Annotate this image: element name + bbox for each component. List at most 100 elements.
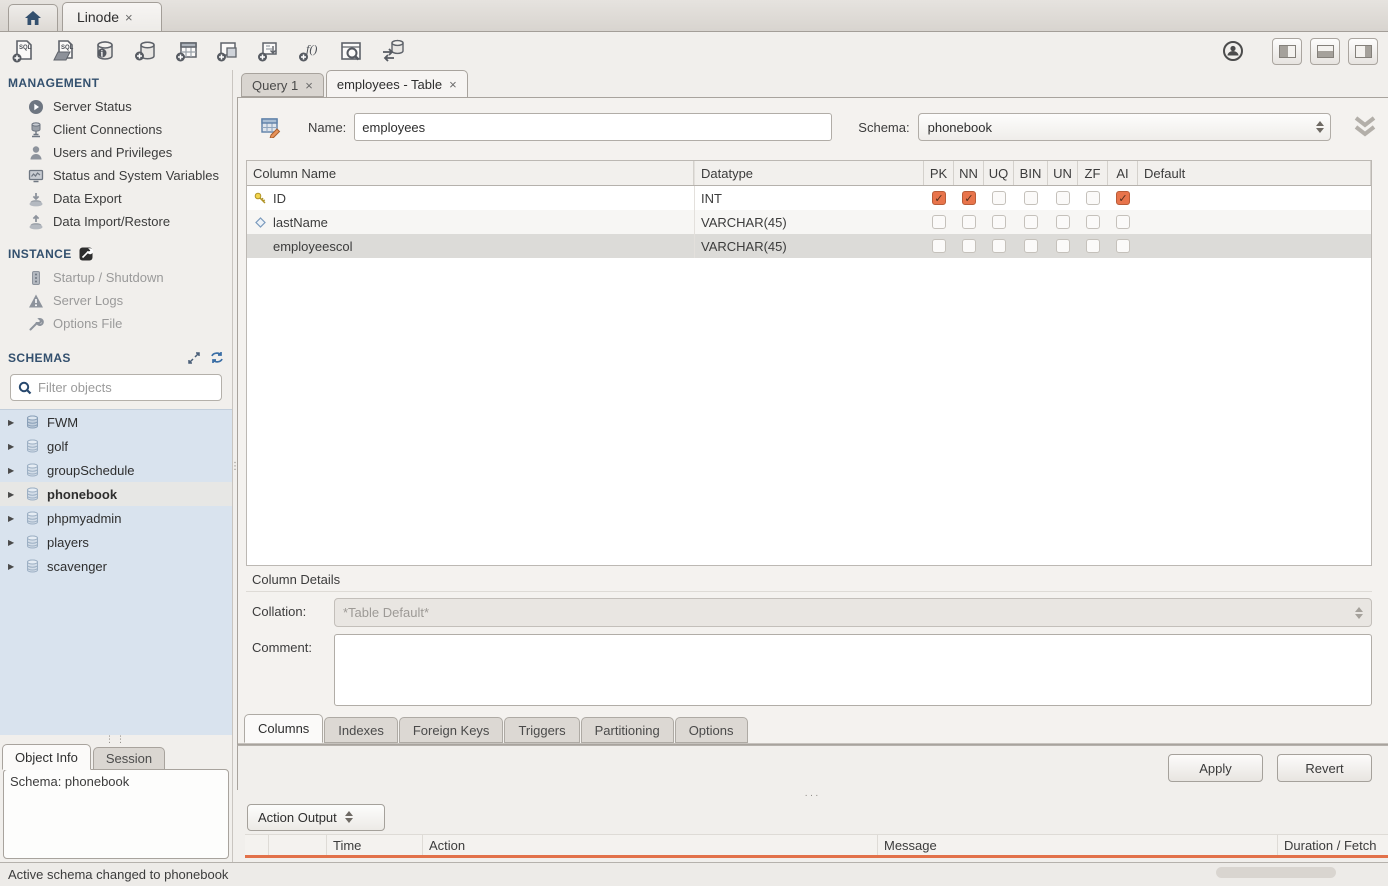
- nn-checkbox[interactable]: ✓: [962, 191, 976, 205]
- header-blank-1[interactable]: [245, 835, 269, 855]
- home-tab[interactable]: [8, 4, 58, 31]
- header-uq[interactable]: UQ: [984, 161, 1014, 185]
- header-blank-2[interactable]: [269, 835, 327, 855]
- ai-checkbox[interactable]: ✓: [1116, 239, 1130, 253]
- column-default[interactable]: [1138, 210, 1371, 234]
- ai-checkbox[interactable]: ✓: [1116, 191, 1130, 205]
- header-zf[interactable]: ZF: [1078, 161, 1108, 185]
- uq-checkbox[interactable]: ✓: [992, 239, 1006, 253]
- reconnect-database-icon[interactable]: [379, 38, 405, 64]
- header-message[interactable]: Message: [878, 835, 1278, 855]
- subtab-indexes[interactable]: Indexes: [324, 717, 398, 743]
- schema-item-phonebook[interactable]: ▶ phonebook: [0, 482, 232, 506]
- pk-checkbox[interactable]: ✓: [932, 191, 946, 205]
- expander-icon[interactable]: ▶: [8, 538, 18, 547]
- toggle-right-panel-icon[interactable]: [1348, 38, 1378, 65]
- uq-checkbox[interactable]: ✓: [992, 215, 1006, 229]
- bin-checkbox[interactable]: ✓: [1024, 191, 1038, 205]
- zf-checkbox[interactable]: ✓: [1086, 239, 1100, 253]
- create-view-icon[interactable]: [215, 38, 241, 64]
- column-row-id[interactable]: ID INT ✓ ✓ ✓ ✓ ✓ ✓ ✓: [247, 186, 1371, 210]
- revert-button[interactable]: Revert: [1277, 754, 1372, 782]
- sidebar-item-system-variables[interactable]: Status and System Variables: [0, 164, 232, 187]
- subtab-partitioning[interactable]: Partitioning: [581, 717, 674, 743]
- action-output-splitter[interactable]: ···: [237, 790, 1388, 800]
- tab-object-info[interactable]: Object Info: [2, 744, 91, 770]
- sidebar-item-data-export[interactable]: Data Export: [0, 187, 232, 210]
- output-selector[interactable]: Action Output: [247, 804, 385, 831]
- expander-icon[interactable]: ▶: [8, 418, 18, 427]
- bin-checkbox[interactable]: ✓: [1024, 239, 1038, 253]
- sidebar-item-client-connections[interactable]: Client Connections: [0, 118, 232, 141]
- collation-select[interactable]: *Table Default*: [334, 598, 1372, 627]
- column-default[interactable]: [1138, 234, 1371, 258]
- header-bin[interactable]: BIN: [1014, 161, 1048, 185]
- column-row-lastname[interactable]: lastName VARCHAR(45) ✓ ✓ ✓ ✓ ✓ ✓ ✓: [247, 210, 1371, 234]
- apply-button[interactable]: Apply: [1168, 754, 1263, 782]
- schema-item-fwm[interactable]: ▶ FWM: [0, 410, 232, 434]
- subtab-foreign-keys[interactable]: Foreign Keys: [399, 717, 504, 743]
- un-checkbox[interactable]: ✓: [1056, 239, 1070, 253]
- schema-item-groupschedule[interactable]: ▶ groupSchedule: [0, 458, 232, 482]
- header-duration-fetch[interactable]: Duration / Fetch: [1278, 835, 1388, 855]
- schema-select[interactable]: phonebook: [918, 113, 1331, 141]
- expander-icon[interactable]: ▶: [8, 442, 18, 451]
- ai-checkbox[interactable]: ✓: [1116, 215, 1130, 229]
- column-row-employeescol[interactable]: employeescol VARCHAR(45) ✓ ✓ ✓ ✓ ✓ ✓ ✓: [247, 234, 1371, 258]
- pk-checkbox[interactable]: ✓: [932, 239, 946, 253]
- comment-textarea[interactable]: [334, 634, 1372, 706]
- close-icon[interactable]: ×: [305, 78, 313, 93]
- schema-filter-input[interactable]: [38, 380, 214, 395]
- schema-item-players[interactable]: ▶ players: [0, 530, 232, 554]
- bin-checkbox[interactable]: ✓: [1024, 215, 1038, 229]
- pk-checkbox[interactable]: ✓: [932, 215, 946, 229]
- toggle-bottom-panel-icon[interactable]: [1310, 38, 1340, 65]
- nn-checkbox[interactable]: ✓: [962, 239, 976, 253]
- schema-item-golf[interactable]: ▶ golf: [0, 434, 232, 458]
- header-datatype[interactable]: Datatype: [694, 161, 924, 185]
- header-default[interactable]: Default: [1138, 161, 1371, 185]
- grid-empty-area[interactable]: [247, 258, 1371, 565]
- expander-icon[interactable]: ▶: [8, 514, 18, 523]
- refresh-icon[interactable]: [210, 351, 224, 364]
- inspect-database-icon[interactable]: i: [92, 38, 118, 64]
- zf-checkbox[interactable]: ✓: [1086, 191, 1100, 205]
- connection-tab-linode[interactable]: Linode ×: [62, 2, 162, 31]
- subtab-columns[interactable]: Columns: [244, 714, 323, 743]
- schema-item-phpmyadmin[interactable]: ▶ phpmyadmin: [0, 506, 232, 530]
- subtab-options[interactable]: Options: [675, 717, 748, 743]
- tab-employees-table[interactable]: employees - Table ×: [326, 70, 468, 97]
- zf-checkbox[interactable]: ✓: [1086, 215, 1100, 229]
- nn-checkbox[interactable]: ✓: [962, 215, 976, 229]
- close-icon[interactable]: ×: [449, 77, 457, 92]
- un-checkbox[interactable]: ✓: [1056, 191, 1070, 205]
- sidebar-item-server-status[interactable]: Server Status: [0, 95, 232, 118]
- header-ai[interactable]: AI: [1108, 161, 1138, 185]
- header-action[interactable]: Action: [423, 835, 878, 855]
- create-schema-icon[interactable]: [133, 38, 159, 64]
- close-icon[interactable]: ×: [125, 10, 133, 25]
- un-checkbox[interactable]: ✓: [1056, 215, 1070, 229]
- create-function-icon[interactable]: f(): [297, 38, 323, 64]
- sidebar-item-users-privileges[interactable]: Users and Privileges: [0, 141, 232, 164]
- schema-item-scavenger[interactable]: ▶ scavenger: [0, 554, 232, 578]
- expander-icon[interactable]: ▶: [8, 466, 18, 475]
- info-panel-splitter[interactable]: ⋮⋮: [0, 735, 232, 743]
- header-pk[interactable]: PK: [924, 161, 954, 185]
- tab-query-1[interactable]: Query 1 ×: [241, 73, 324, 97]
- sidebar-item-startup-shutdown[interactable]: Startup / Shutdown: [0, 266, 232, 289]
- toggle-left-panel-icon[interactable]: [1272, 38, 1302, 65]
- expander-icon[interactable]: ▶: [8, 490, 18, 499]
- table-name-input[interactable]: [354, 113, 832, 141]
- sidebar-item-options-file[interactable]: Options File: [0, 312, 232, 335]
- schema-filter-box[interactable]: [10, 374, 222, 401]
- expand-form-chevron-icon[interactable]: [1351, 114, 1379, 140]
- header-time[interactable]: Time: [327, 835, 423, 855]
- tab-session[interactable]: Session: [93, 747, 165, 770]
- sidebar-item-server-logs[interactable]: Server Logs: [0, 289, 232, 312]
- search-table-data-icon[interactable]: [338, 38, 364, 64]
- header-un[interactable]: UN: [1048, 161, 1078, 185]
- open-sql-script-icon[interactable]: SQL: [51, 38, 77, 64]
- header-nn[interactable]: NN: [954, 161, 984, 185]
- create-table-icon[interactable]: [174, 38, 200, 64]
